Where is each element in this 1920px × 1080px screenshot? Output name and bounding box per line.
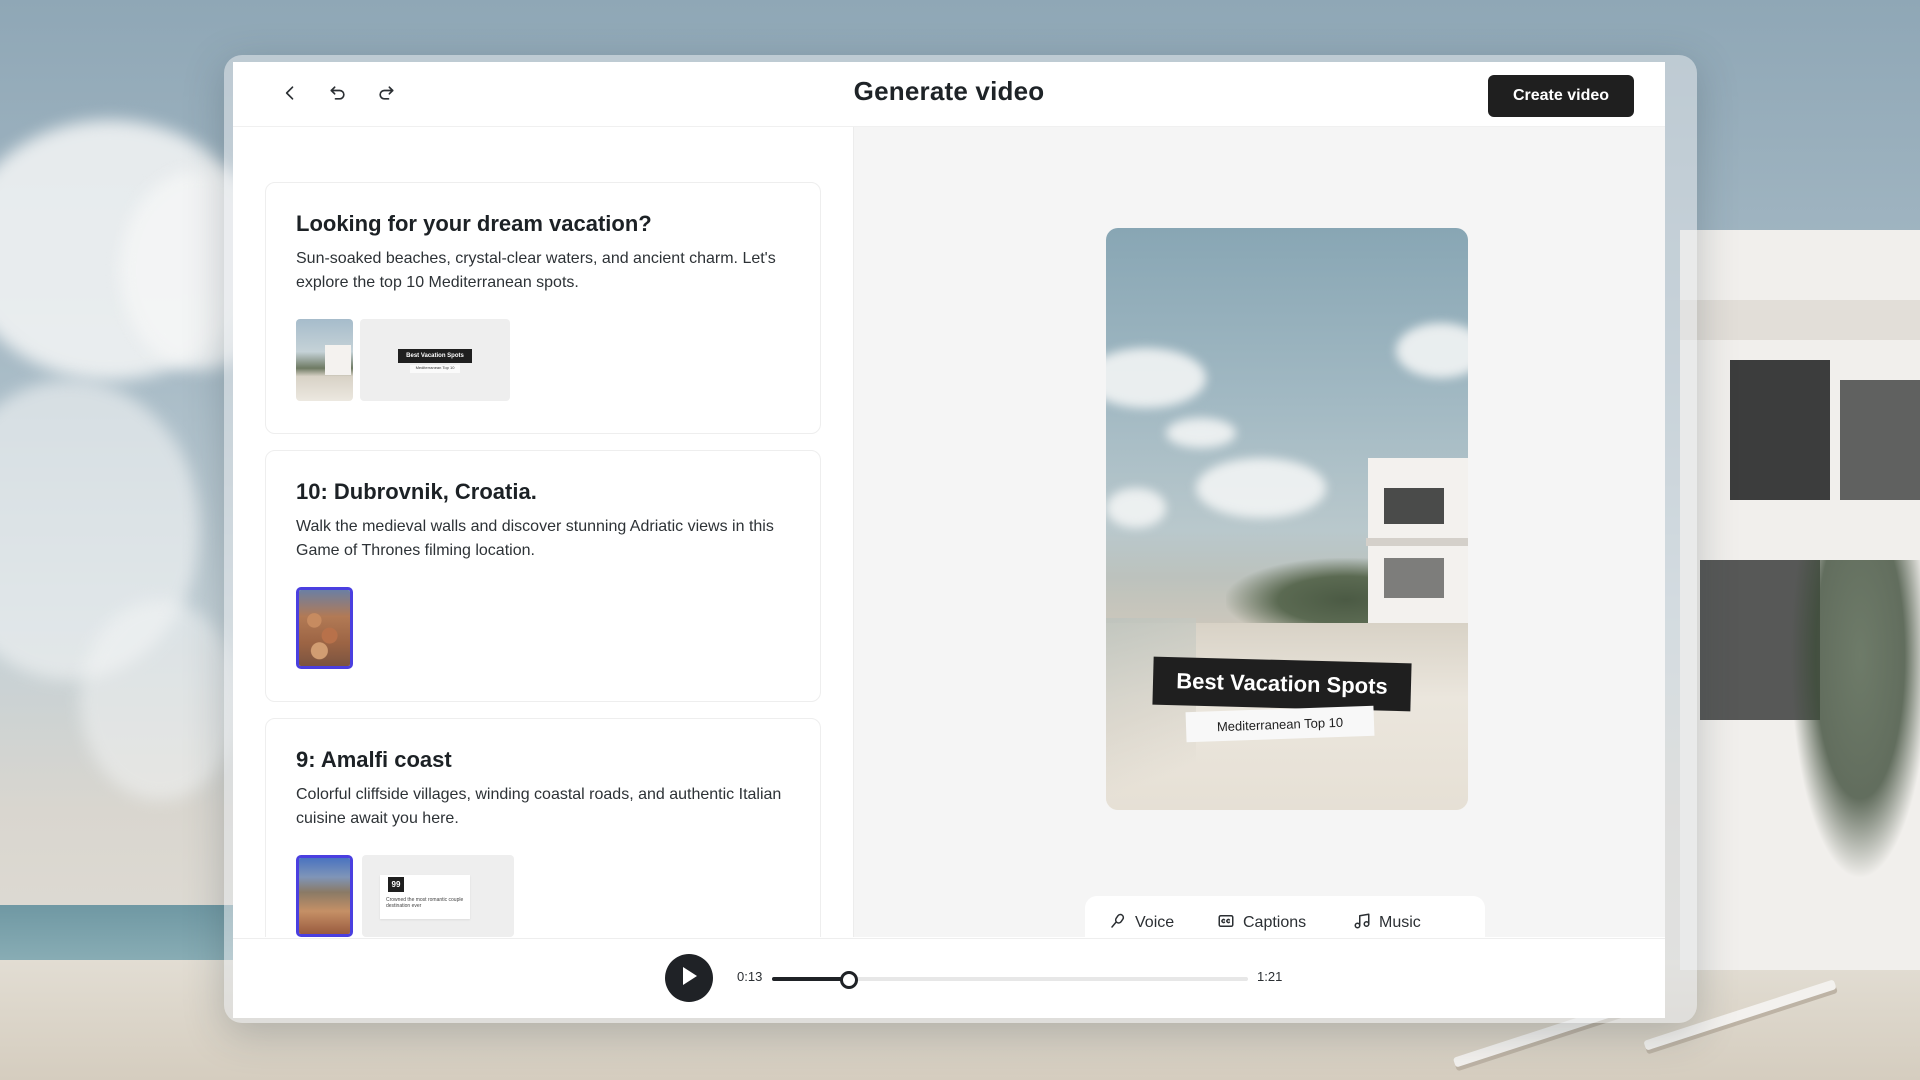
scene-text[interactable]: Colorful cliffside villages, winding coa… xyxy=(296,783,796,831)
voice-label: Voice xyxy=(1135,914,1175,931)
music-note-icon xyxy=(1353,912,1371,935)
page-title: Generate video xyxy=(853,76,1045,106)
scene-media-thumbnail-selected[interactable] xyxy=(296,587,353,669)
scene-title: Looking for your dream vacation? xyxy=(296,211,652,236)
slide-subtitle-text: Mediterranean Top 10 xyxy=(410,365,460,373)
total-duration: 1:21 xyxy=(1257,969,1283,984)
app-window: Generate video Create video Looking for … xyxy=(233,62,1665,1018)
slide-title-text: Best Vacation Spots xyxy=(398,349,472,363)
scene-media-thumbnail-selected[interactable] xyxy=(296,855,353,937)
playback-bar: 0:13 1:21 xyxy=(233,938,1665,1018)
scene-text[interactable]: Sun-soaked beaches, crystal-clear waters… xyxy=(296,247,796,295)
quote-text: Crowned the most romantic couple destina… xyxy=(386,897,464,909)
scene-card-dubrovnik[interactable]: 10: Dubrovnik, Croatia. Walk the medieva… xyxy=(265,450,821,702)
preview-panel: Best Vacation Spots Mediterranean Top 10… xyxy=(854,127,1665,950)
scene-media-thumbnail[interactable] xyxy=(296,319,353,401)
music-label: Music xyxy=(1379,914,1421,931)
scene-text[interactable]: Walk the medieval walls and discover stu… xyxy=(296,515,796,563)
scene-slide-thumbnail[interactable]: Best Vacation Spots Mediterranean Top 10 xyxy=(360,319,510,401)
create-video-button[interactable]: Create video xyxy=(1488,75,1634,117)
microphone-icon xyxy=(1109,912,1127,935)
top-bar: Generate video Create video xyxy=(233,62,1665,127)
script-panel: Looking for your dream vacation? Sun-soa… xyxy=(233,127,854,937)
scene-title: 9: Amalfi coast xyxy=(296,747,452,772)
video-title-overlay: Best Vacation Spots xyxy=(1152,656,1412,712)
timeline-handle[interactable] xyxy=(840,971,859,989)
quote-icon: 99 xyxy=(388,877,404,892)
captions-icon xyxy=(1217,912,1235,935)
scene-title: 10: Dubrovnik, Croatia. xyxy=(296,479,537,504)
scene-card-intro[interactable]: Looking for your dream vacation? Sun-soa… xyxy=(265,182,821,434)
scene-card-amalfi[interactable]: 9: Amalfi coast Colorful cliffside villa… xyxy=(265,718,821,937)
play-button[interactable] xyxy=(665,954,713,1002)
video-preview[interactable]: Best Vacation Spots Mediterranean Top 10 xyxy=(1106,228,1468,810)
current-time: 0:13 xyxy=(737,969,763,984)
scene-quote-thumbnail[interactable]: 99 Crowned the most romantic couple dest… xyxy=(362,855,514,937)
play-icon xyxy=(680,966,698,991)
captions-label: Captions xyxy=(1243,914,1307,931)
timeline-slider[interactable] xyxy=(772,971,1248,989)
timeline-progress xyxy=(772,977,849,981)
